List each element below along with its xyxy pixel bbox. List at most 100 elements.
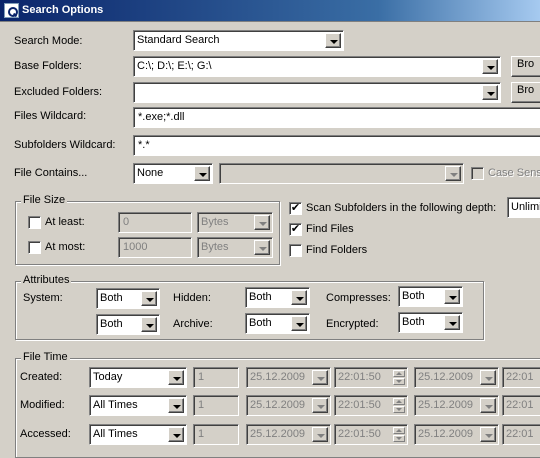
accessed-mode-value: All Times bbox=[93, 428, 138, 440]
at-least-input[interactable]: 0 bbox=[118, 212, 192, 233]
system-value: Both bbox=[100, 292, 123, 304]
created-count-input[interactable]: 1 bbox=[193, 367, 239, 388]
created-mode-select[interactable]: Today bbox=[89, 367, 187, 388]
modified-time-from[interactable]: 22:01:50 bbox=[334, 395, 408, 416]
modified-date-from[interactable]: 25.12.2009 bbox=[246, 395, 331, 416]
file-contains-label: File Contains... bbox=[14, 167, 88, 179]
excluded-folders-combo[interactable] bbox=[133, 82, 501, 103]
chevron-down-icon[interactable] bbox=[168, 427, 184, 442]
compressed-value: Both bbox=[402, 290, 425, 302]
attributes-group-title: Attributes bbox=[21, 274, 72, 287]
unlabeled-attribute-value: Both bbox=[100, 318, 123, 330]
at-least-checkbox[interactable] bbox=[28, 216, 41, 229]
created-date-from[interactable]: 25.12.2009 bbox=[246, 367, 331, 388]
title-bar[interactable]: Search Options bbox=[0, 0, 540, 22]
files-wildcard-label: Files Wildcard: bbox=[14, 110, 87, 122]
system-select[interactable]: Both bbox=[96, 288, 160, 309]
accessed-mode-select[interactable]: All Times bbox=[89, 424, 187, 445]
chevron-down-icon[interactable] bbox=[312, 398, 328, 413]
chevron-down-icon[interactable] bbox=[445, 166, 461, 181]
at-most-label: At most: bbox=[45, 241, 86, 253]
hidden-label: Hidden: bbox=[173, 292, 211, 304]
case-sensitive-label: Case Sensi bbox=[488, 167, 540, 179]
created-time-from-value: 22:01:50 bbox=[338, 371, 381, 383]
accessed-date-from[interactable]: 25.12.2009 bbox=[246, 424, 331, 445]
modified-mode-value: All Times bbox=[93, 399, 138, 411]
chevron-down-icon[interactable] bbox=[312, 427, 328, 442]
hidden-select[interactable]: Both bbox=[245, 287, 310, 308]
at-most-input[interactable]: 1000 bbox=[118, 237, 192, 258]
find-folders-checkbox[interactable] bbox=[289, 244, 302, 257]
archive-label: Archive: bbox=[173, 318, 213, 330]
modified-count-input[interactable]: 1 bbox=[193, 395, 239, 416]
find-folders-label: Find Folders bbox=[306, 244, 368, 256]
created-label: Created: bbox=[20, 371, 63, 383]
file-contains-mode-value: None bbox=[137, 167, 164, 179]
file-contains-text-combo[interactable] bbox=[219, 163, 464, 184]
case-sensitive-checkbox[interactable] bbox=[471, 167, 484, 180]
scan-subfolders-checkbox[interactable]: ✔ bbox=[289, 202, 302, 215]
find-files-checkbox[interactable]: ✔ bbox=[289, 223, 302, 236]
created-time-from[interactable]: 22:01:50 bbox=[334, 367, 408, 388]
at-least-unit-select[interactable]: Bytes bbox=[197, 212, 273, 233]
chevron-down-icon[interactable] bbox=[482, 85, 498, 100]
at-most-unit-select[interactable]: Bytes bbox=[197, 237, 273, 258]
encrypted-label: Encrypted: bbox=[326, 318, 379, 330]
chevron-down-icon[interactable] bbox=[168, 398, 184, 413]
search-mode-select[interactable]: Standard Search bbox=[133, 30, 344, 51]
file-contains-mode-select[interactable]: None bbox=[133, 163, 213, 184]
base-folders-value: C:\; D:\; E:\; G:\ bbox=[137, 60, 212, 72]
at-most-checkbox[interactable] bbox=[28, 241, 41, 254]
base-folders-browse-button[interactable]: Bro bbox=[511, 56, 540, 77]
at-least-label: At least: bbox=[45, 216, 85, 228]
hidden-value: Both bbox=[249, 291, 272, 303]
modified-mode-select[interactable]: All Times bbox=[89, 395, 187, 416]
created-date-to[interactable]: 25.12.2009 bbox=[414, 367, 499, 388]
modified-time-to[interactable]: 22:01 bbox=[502, 395, 540, 416]
scan-depth-select[interactable]: Unlimi bbox=[507, 197, 540, 218]
chevron-down-icon[interactable] bbox=[141, 317, 157, 332]
search-mode-label: Search Mode: bbox=[14, 35, 83, 47]
chevron-down-icon[interactable] bbox=[480, 427, 496, 442]
chevron-down-icon[interactable] bbox=[254, 240, 270, 255]
modified-date-to[interactable]: 25.12.2009 bbox=[414, 395, 499, 416]
spinner-arrows-icon[interactable] bbox=[393, 370, 405, 385]
subfolders-wildcard-input[interactable]: *.* bbox=[133, 135, 540, 156]
accessed-time-to[interactable]: 22:01 bbox=[502, 424, 540, 445]
spinner-arrows-icon[interactable] bbox=[393, 427, 405, 442]
accessed-time-from-value: 22:01:50 bbox=[338, 428, 381, 440]
chevron-down-icon[interactable] bbox=[482, 59, 498, 74]
chevron-down-icon[interactable] bbox=[444, 315, 460, 330]
file-size-group-title: File Size bbox=[21, 194, 68, 207]
chevron-down-icon[interactable] bbox=[312, 370, 328, 385]
base-folders-combo[interactable]: C:\; D:\; E:\; G:\ bbox=[133, 56, 501, 77]
encrypted-select[interactable]: Both bbox=[398, 312, 463, 333]
chevron-down-icon[interactable] bbox=[194, 166, 210, 181]
archive-select[interactable]: Both bbox=[245, 313, 310, 334]
created-time-to[interactable]: 22:01 bbox=[502, 367, 540, 388]
chevron-down-icon[interactable] bbox=[480, 398, 496, 413]
unlabeled-attribute-select[interactable]: Both bbox=[96, 314, 160, 335]
modified-time-to-value: 22:01 bbox=[506, 399, 534, 411]
spinner-arrows-icon[interactable] bbox=[393, 398, 405, 413]
chevron-down-icon[interactable] bbox=[444, 289, 460, 304]
accessed-time-from[interactable]: 22:01:50 bbox=[334, 424, 408, 445]
chevron-down-icon[interactable] bbox=[254, 215, 270, 230]
files-wildcard-input[interactable]: *.exe;*.dll bbox=[133, 107, 540, 128]
chevron-down-icon[interactable] bbox=[291, 290, 307, 305]
base-folders-label: Base Folders: bbox=[14, 60, 82, 72]
modified-date-from-value: 25.12.2009 bbox=[250, 399, 306, 411]
accessed-date-to[interactable]: 25.12.2009 bbox=[414, 424, 499, 445]
chevron-down-icon[interactable] bbox=[168, 370, 184, 385]
chevron-down-icon[interactable] bbox=[325, 33, 341, 48]
chevron-down-icon[interactable] bbox=[291, 316, 307, 331]
accessed-count-input[interactable]: 1 bbox=[193, 424, 239, 445]
subfolders-wildcard-label: Subfolders Wildcard: bbox=[14, 139, 116, 151]
created-date-from-value: 25.12.2009 bbox=[250, 371, 306, 383]
accessed-time-to-value: 22:01 bbox=[506, 428, 534, 440]
chevron-down-icon[interactable] bbox=[141, 291, 157, 306]
compressed-select[interactable]: Both bbox=[398, 286, 463, 307]
excluded-folders-browse-button[interactable]: Bro bbox=[511, 82, 540, 103]
accessed-date-from-value: 25.12.2009 bbox=[250, 428, 306, 440]
chevron-down-icon[interactable] bbox=[480, 370, 496, 385]
